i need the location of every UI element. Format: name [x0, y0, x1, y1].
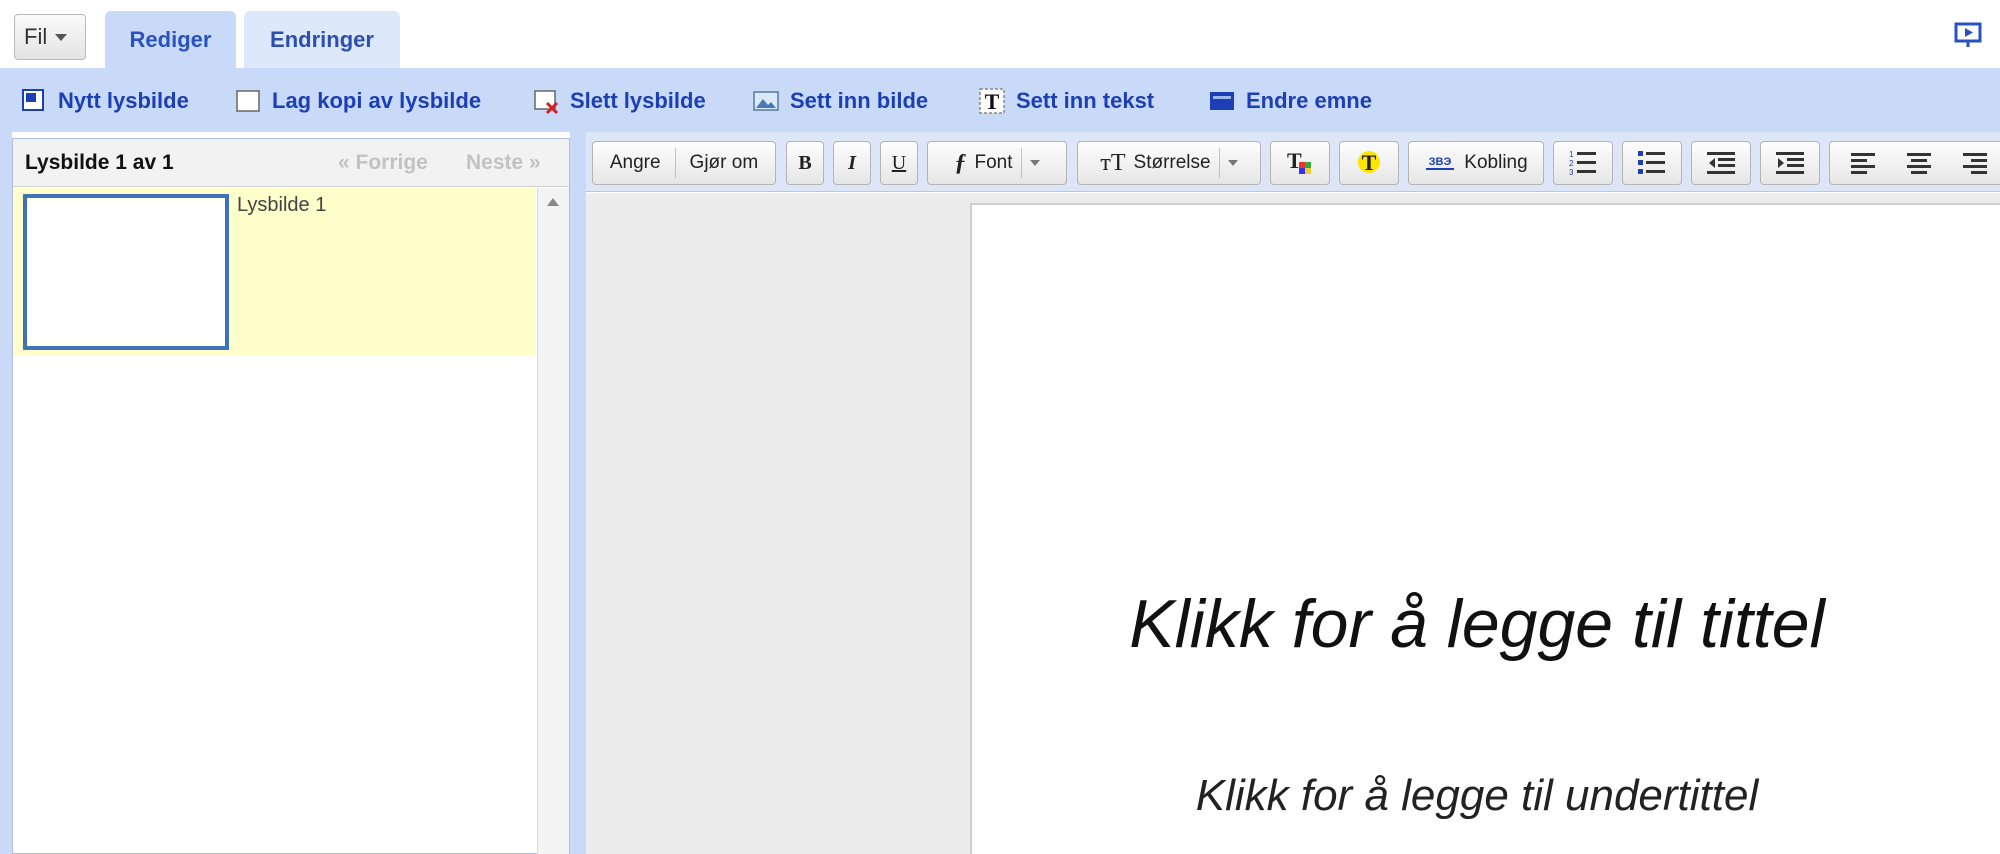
slide-list-item[interactable]: Lysbilde 1 [13, 188, 535, 356]
size-dropdown[interactable]: ᴛT Størrelse [1077, 141, 1261, 185]
slide-count: Lysbilde 1 av 1 [25, 151, 174, 174]
scroll-up-icon[interactable] [547, 198, 559, 206]
new-slide-button[interactable]: Nytt lysbilde [20, 86, 189, 116]
change-theme-label: Endre emne [1246, 88, 1372, 113]
change-theme-button[interactable]: Endre emne [1208, 86, 1372, 116]
insert-image-label: Sett inn bilde [790, 88, 929, 113]
text-color-icon: T [1287, 148, 1311, 174]
text-color-button[interactable]: T [1270, 141, 1330, 185]
previous-slide-link[interactable]: « Forrige [338, 151, 428, 175]
svg-text:T: T [1362, 150, 1377, 175]
font-size-icon: ᴛT [1100, 149, 1126, 176]
delete-slide-button[interactable]: Slett lysbilde [532, 86, 706, 116]
chevron-down-icon [1029, 160, 1040, 166]
undo-button[interactable]: Angre [610, 152, 661, 174]
slides-panel: Lysbilde 1 av 1 « Forrige Neste » Lysbil… [12, 138, 570, 854]
insert-text-label: Sett inn tekst [1016, 88, 1155, 113]
left-frame [0, 132, 12, 854]
svg-text:1: 1 [1569, 150, 1574, 159]
slide-canvas: Klikk for å legge til tittel Klikk for å… [586, 193, 2000, 854]
delete-slide-label: Slett lysbilde [570, 88, 706, 113]
numbered-list-button[interactable]: 1 2 3 [1553, 141, 1613, 185]
svg-text:ЗВЭ: ЗВЭ [1429, 156, 1452, 168]
top-tab-bar: Fil Rediger Endringer [0, 0, 2000, 68]
bold-button[interactable]: B [786, 141, 824, 185]
divider [1020, 148, 1022, 178]
divider [1218, 148, 1220, 178]
numbered-list-icon: 1 2 3 [1569, 150, 1596, 177]
insert-text-button[interactable]: T Sett inn tekst [978, 86, 1154, 116]
new-slide-label: Nytt lysbilde [58, 88, 189, 113]
svg-text:3: 3 [1569, 168, 1574, 177]
increase-indent-button[interactable] [1760, 141, 1820, 185]
increase-indent-icon [1776, 152, 1804, 174]
bulleted-list-icon [1638, 151, 1665, 174]
delete-slide-icon [534, 90, 559, 115]
redo-button[interactable]: Gjør om [690, 152, 759, 174]
slides-panel-header: Lysbilde 1 av 1 « Forrige Neste » [13, 139, 569, 187]
bulleted-list-button[interactable] [1622, 141, 1682, 185]
bold-label: B [798, 151, 812, 174]
copy-slide-button[interactable]: Lag kopi av lysbilde [234, 86, 481, 116]
file-menu-label: Fil [24, 24, 48, 49]
decrease-indent-button[interactable] [1691, 141, 1751, 185]
chevron-down-icon [55, 33, 68, 41]
copy-slide-label: Lag kopi av lysbilde [272, 88, 482, 113]
font-label: Font [974, 152, 1013, 173]
slide-editor[interactable]: Klikk for å legge til tittel Klikk for å… [970, 203, 2000, 854]
decrease-indent-icon [1707, 152, 1735, 174]
tab-revisions-label: Endringer [270, 26, 374, 52]
slide-list-item-label: Lysbilde 1 [237, 194, 327, 216]
slide-thumbnail[interactable] [23, 194, 229, 350]
link-button[interactable]: ЗВЭ Kobling [1408, 141, 1544, 185]
link-icon: ЗВЭ [1426, 156, 1455, 170]
svg-text:T: T [985, 89, 1000, 114]
insert-image-button[interactable]: Sett inn bilde [752, 86, 928, 116]
format-toolbar: Angre Gjør om B I U ƒ Font ᴛT Størrelse … [586, 132, 2000, 192]
highlight-color-button[interactable]: T [1339, 141, 1399, 185]
italic-button[interactable]: I [833, 141, 871, 185]
file-menu-button[interactable]: Fil [14, 14, 86, 60]
text-box-icon: T [979, 88, 1005, 114]
copy-slide-icon [236, 90, 260, 112]
italic-label: I [848, 151, 856, 174]
underline-button[interactable]: U [880, 141, 918, 185]
font-icon: ƒ [954, 149, 967, 176]
slide-title-placeholder[interactable]: Klikk for å legge til tittel [972, 585, 1982, 663]
tab-edit[interactable]: Rediger [105, 11, 236, 68]
align-left-icon[interactable] [1850, 151, 1876, 175]
link-label: Kobling [1464, 152, 1528, 173]
next-slide-link[interactable]: Neste » [466, 151, 541, 175]
theme-icon [1210, 92, 1234, 110]
new-slide-icon [22, 89, 44, 111]
underline-label: U [891, 151, 907, 174]
highlight-icon: T [1358, 150, 1380, 175]
chevron-down-icon [1227, 160, 1238, 166]
panel-divider[interactable] [570, 132, 586, 854]
slide-subtitle-placeholder[interactable]: Klikk for å legge til undertittel [972, 771, 1982, 821]
tab-edit-label: Rediger [129, 26, 212, 52]
present-icon[interactable] [1954, 22, 1984, 48]
slides-scrollbar[interactable] [537, 188, 569, 854]
align-center-icon[interactable] [1906, 151, 1932, 175]
tab-revisions[interactable]: Endringer [244, 11, 400, 68]
alignment-group [1829, 141, 2000, 185]
image-icon [753, 91, 779, 111]
font-dropdown[interactable]: ƒ Font [927, 141, 1067, 185]
svg-text:2: 2 [1569, 159, 1574, 168]
slide-actions-toolbar: Nytt lysbilde Lag kopi av lysbilde Slett… [0, 68, 2000, 132]
align-right-icon[interactable] [1962, 151, 1988, 175]
divider [674, 148, 676, 178]
size-label: Størrelse [1133, 152, 1211, 173]
undo-redo-group: Angre Gjør om [592, 141, 776, 185]
